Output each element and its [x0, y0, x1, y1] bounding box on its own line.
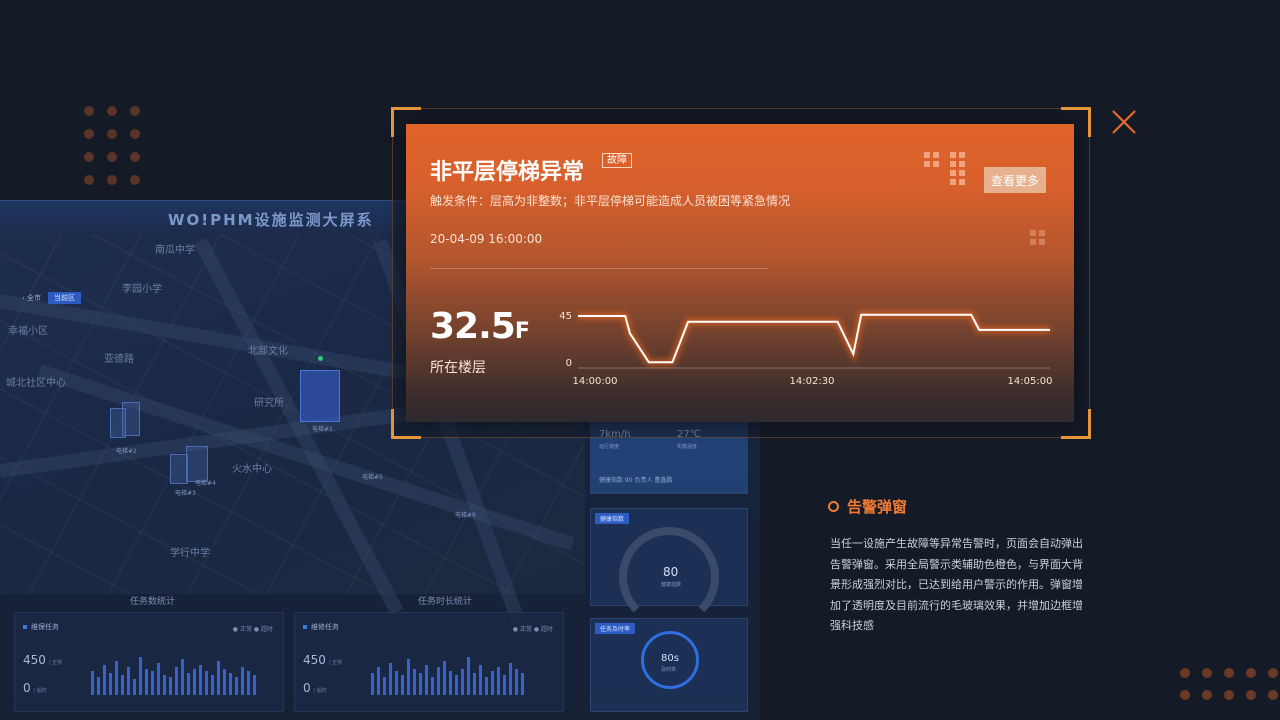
current-district-tag[interactable]: 当前区 [48, 292, 81, 304]
decorative-squares [950, 152, 965, 185]
close-icon[interactable] [1110, 108, 1138, 136]
map-label: 亚德路 [104, 354, 134, 365]
map-label: 城北社区中心 [6, 378, 66, 389]
overtime-count: 0/ 超时 [303, 681, 327, 695]
decorative-squares [924, 152, 939, 167]
task-rate-card: 任务及时率 80s 及时率 [590, 618, 748, 712]
floor-unit: F [514, 319, 530, 344]
elevator-label: 电梯#1 [312, 426, 333, 433]
x-tick-label: 14:00:00 [573, 376, 618, 387]
floor-value: 32.5F [430, 306, 530, 347]
card-tag: 任务及时率 [595, 623, 636, 634]
elevator-marker[interactable] [122, 402, 140, 436]
health-owner-row: 健康指数 90 负责人 董鑫鹏 [599, 477, 673, 484]
elevator-label: 电梯#6 [455, 512, 476, 519]
circle-bullet-icon [828, 501, 839, 512]
normal-count: 450/ 正常 [23, 653, 63, 667]
dashboard-title: WO!PHM设施监测大屏系 [168, 211, 374, 229]
mini-bar-chart [371, 640, 524, 695]
panel-title: 任务数统计 [130, 597, 176, 607]
elevator-marker[interactable] [186, 446, 208, 482]
rate-value: 80s [661, 653, 679, 664]
elevator-marker-selected[interactable] [300, 370, 340, 422]
floor-label: 所在楼层 [430, 360, 486, 376]
view-more-button[interactable]: 查看更多 [984, 167, 1046, 193]
speed-label: 运行速度 [599, 444, 620, 450]
trigger-condition: 触发条件：层高为非整数；非平层停梯可能造成人员被困等紧急情况 [430, 194, 791, 208]
elevator-label: 电梯#3 [175, 490, 196, 497]
normal-count: 450/ 正常 [303, 653, 343, 667]
panel-heading: 维修任务 [303, 622, 339, 632]
panel-title: 任务时长统计 [418, 597, 473, 607]
description-body: 当任一设施产生故障等异常告警时，页面会自动弹出告警弹窗。采用全局警示类辅助色橙色… [830, 537, 1083, 632]
panel-legend: ● 正常 ● 超时 [512, 626, 553, 633]
x-tick-label: 14:02:30 [790, 376, 835, 387]
panel-legend: ● 正常 ● 超时 [232, 626, 273, 633]
alert-popup: 非平层停梯异常 故障 触发条件：层高为非整数；非平层停梯可能造成人员被困等紧急情… [406, 124, 1074, 422]
alert-title: 非平层停梯异常 [430, 160, 585, 185]
fault-badge: 故障 [602, 153, 632, 168]
task-duration-panel: 维修任务 ● 正常 ● 超时 450/ 正常 0/ 超时 [294, 612, 564, 712]
x-tick-label: 14:05:00 [1008, 376, 1053, 387]
gauge-value: 80 [663, 565, 679, 579]
elevator-label: 电梯#2 [116, 448, 137, 455]
panel-heading: 维保任务 [23, 622, 59, 632]
map-label: 火水中心 [232, 464, 272, 475]
map-label: 幸福小区 [8, 326, 48, 337]
y-tick-label: 45 [559, 311, 572, 322]
description-title: 告警弹窗 [847, 498, 908, 516]
overtime-count: 0/ 超时 [23, 681, 47, 695]
map-label: 学行中学 [170, 548, 210, 559]
decorative-squares [1030, 230, 1045, 245]
gauge-label: 健康指数 [661, 582, 682, 588]
floor-history-chart: 45 0 14:00:00 14:02:30 14:05:00 [559, 311, 1053, 387]
map-label: 南瓜中学 [155, 245, 195, 256]
location-pin-icon [318, 356, 323, 361]
floor-series-line [578, 313, 1050, 364]
back-to-city-link[interactable]: ‹ 全市 [22, 293, 41, 303]
decorative-dot-grid [84, 106, 140, 185]
rate-label: 及时率 [661, 667, 677, 673]
temperature-label: 机箱温度 [677, 444, 698, 450]
elevator-label: 电梯#4 [195, 480, 216, 487]
map-label: 研究所 [254, 398, 284, 409]
divider [430, 268, 768, 269]
health-index-card: 健康指数 80 健康指数 [590, 508, 748, 627]
map-label: 李园小学 [122, 284, 162, 295]
decorative-dot-grid [1180, 668, 1278, 700]
mini-bar-chart [91, 640, 256, 695]
alert-timestamp: 20-04-09 16:00:00 [430, 232, 543, 246]
elevator-label: 电梯#5 [362, 474, 383, 481]
card-tag: 健康指数 [595, 513, 630, 524]
description-header: 告警弹窗 [828, 496, 907, 517]
task-count-panel: 维保任务 ● 正常 ● 超时 450/ 正常 0/ 超时 [14, 612, 284, 712]
y-tick-label: 0 [566, 358, 572, 369]
map-label: 北部文化 [248, 346, 288, 357]
